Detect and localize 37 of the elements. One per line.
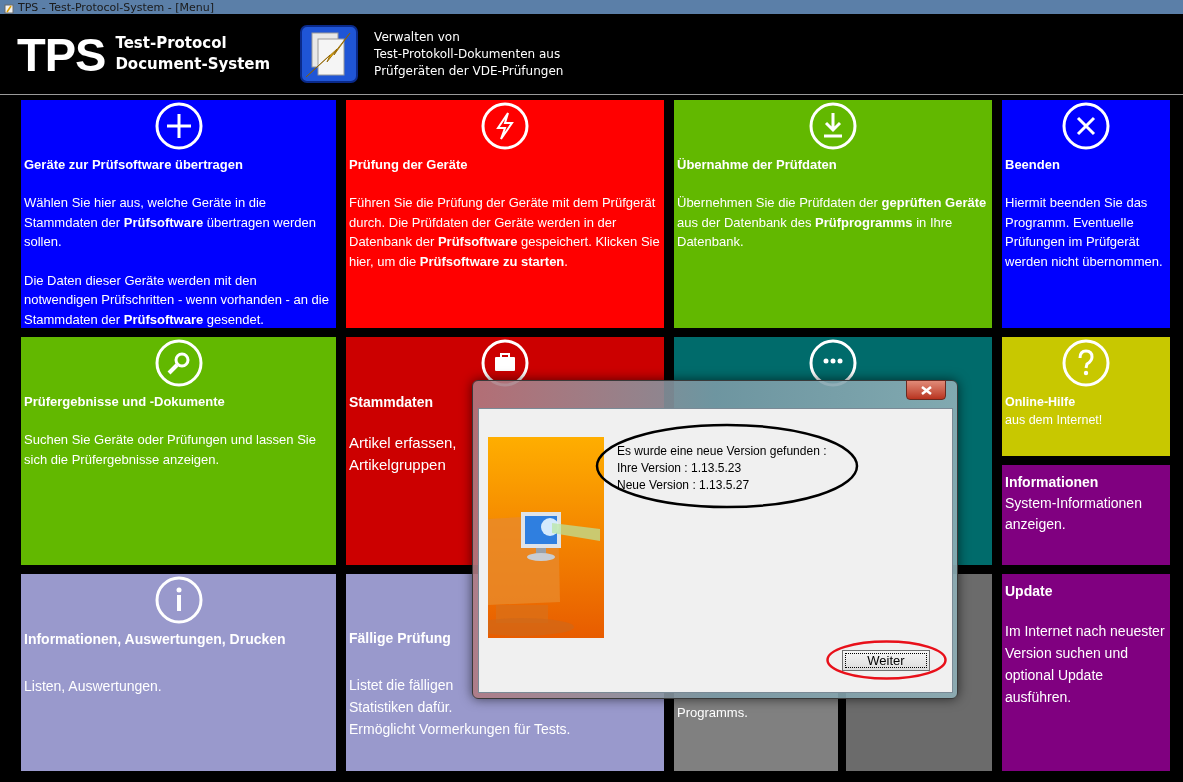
product-name: Document-System — [115, 54, 271, 75]
tile-text: Die Daten dieser Geräte werden mit den notwendigen Prüfschritten - wenn vorhanden - an die Stammdaten der Prüfsoftware gesendet. — [24, 271, 330, 328]
message-text: Es wurde eine neue Version gefunden : — [617, 443, 827, 460]
window-title: TPS - Test-Protocol-System - [Menu] — [18, 2, 214, 14]
tile-title: Prüfergebnisse und -Dokumente — [24, 393, 226, 411]
tile-text: Im Internet nach neuester Version suchen und optional Update ausführen. — [1005, 622, 1166, 707]
tile-text: System-Informationen anzeigen. — [1005, 494, 1143, 534]
tile-title: Stammdaten — [349, 393, 435, 411]
description-text: Test-Protokoll-Dokumenten aus — [374, 45, 562, 63]
tile-title: Informationen, Auswertungen, Drucken — [24, 630, 287, 648]
description-text: Prüfgeräten der VDE-Prüfungen — [374, 62, 564, 80]
tile-title: Update — [1005, 582, 1054, 600]
tile-text: Artikel erfassen, — [349, 433, 457, 453]
tile-text: Artikelgruppen — [349, 455, 446, 475]
tile-title: Informationen — [1005, 473, 1100, 491]
tile-title: Prüfung der Geräte — [349, 156, 469, 174]
product-name: Test-Protocol — [115, 33, 228, 54]
message-text: Neue Version : 1.13.5.27 — [617, 477, 751, 494]
tile-text: Listet die fälligen — [349, 676, 455, 695]
tile-title: Geräte zur Prüfsoftware übertragen — [24, 156, 244, 174]
tile-text: Programms. — [677, 704, 749, 722]
description-text: Verwalten von — [374, 28, 461, 46]
tile-text: Hiermit beenden Sie das Programm. Eventuelle Prüfungen im Prüfgerät werden nicht übernommen. — [1005, 194, 1164, 271]
tile-text: Übernehmen Sie die Prüfdaten der geprüften Geräte aus der Datenbank des Prüfprogramms in Ihre Datenbank. — [677, 194, 988, 251]
tile-text: Statistiken dafür. — [349, 698, 454, 717]
logo-text: TPS — [17, 30, 106, 78]
tile-title: Online-Hilfe — [1005, 394, 1077, 411]
tile-title: Übernahme der Prüfdaten — [677, 156, 838, 174]
tile-text: Wählen Sie hier aus, welche Geräte in die Stammdaten der Prüfsoftware übertragen werden sollen. — [24, 194, 317, 251]
message-text: Ihre Version : 1.13.5.23 — [617, 460, 743, 477]
tile-text: Führen Sie die Prüfung der Geräte mit dem Prüfgerät durch. Die Prüfdaten der Geräte werden in der Datenbank der Prüfsoftware gespeichert. Klicken Sie hier, um die Prüfsoftware zu starten. — [349, 194, 661, 271]
tile-text: Listen, Auswertungen. — [24, 677, 163, 696]
tile-text: Ermöglicht Vormerkungen für Tests. — [349, 720, 572, 739]
tile-title: Beenden — [1005, 156, 1061, 174]
tile-text: Suchen Sie Geräte oder Prüfungen und lassen Sie sich die Prüfergebnisse anzeigen. — [24, 431, 317, 469]
tile-text: aus dem Internet! — [1005, 412, 1104, 429]
tile-title: Fällige Prüfung — [349, 629, 451, 647]
